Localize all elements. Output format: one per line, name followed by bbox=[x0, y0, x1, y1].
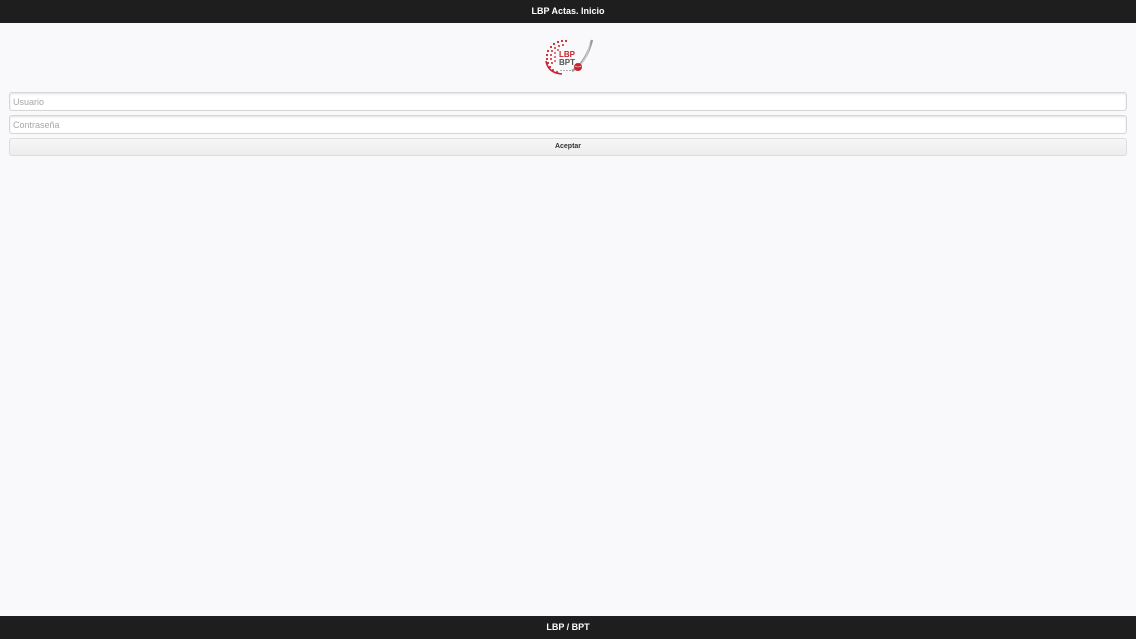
accept-button[interactable]: Aceptar bbox=[9, 138, 1127, 156]
logo-text-bpt: BPT bbox=[559, 58, 575, 67]
header-bar: LBP Actas. Inicio bbox=[0, 0, 1136, 23]
password-input[interactable] bbox=[9, 115, 1127, 134]
footer-text: LBP / BPT bbox=[546, 622, 590, 632]
lbp-bpt-logo-icon: LBP BPT bbox=[542, 37, 596, 77]
logo-graphic: LBP BPT bbox=[545, 39, 594, 75]
username-input[interactable] bbox=[9, 92, 1127, 111]
page: LBP Actas. Inicio LBP BPT Usuario Acepta… bbox=[0, 0, 1136, 639]
page-title: LBP Actas. Inicio bbox=[531, 6, 605, 16]
footer-bar: LBP / BPT bbox=[0, 616, 1136, 639]
